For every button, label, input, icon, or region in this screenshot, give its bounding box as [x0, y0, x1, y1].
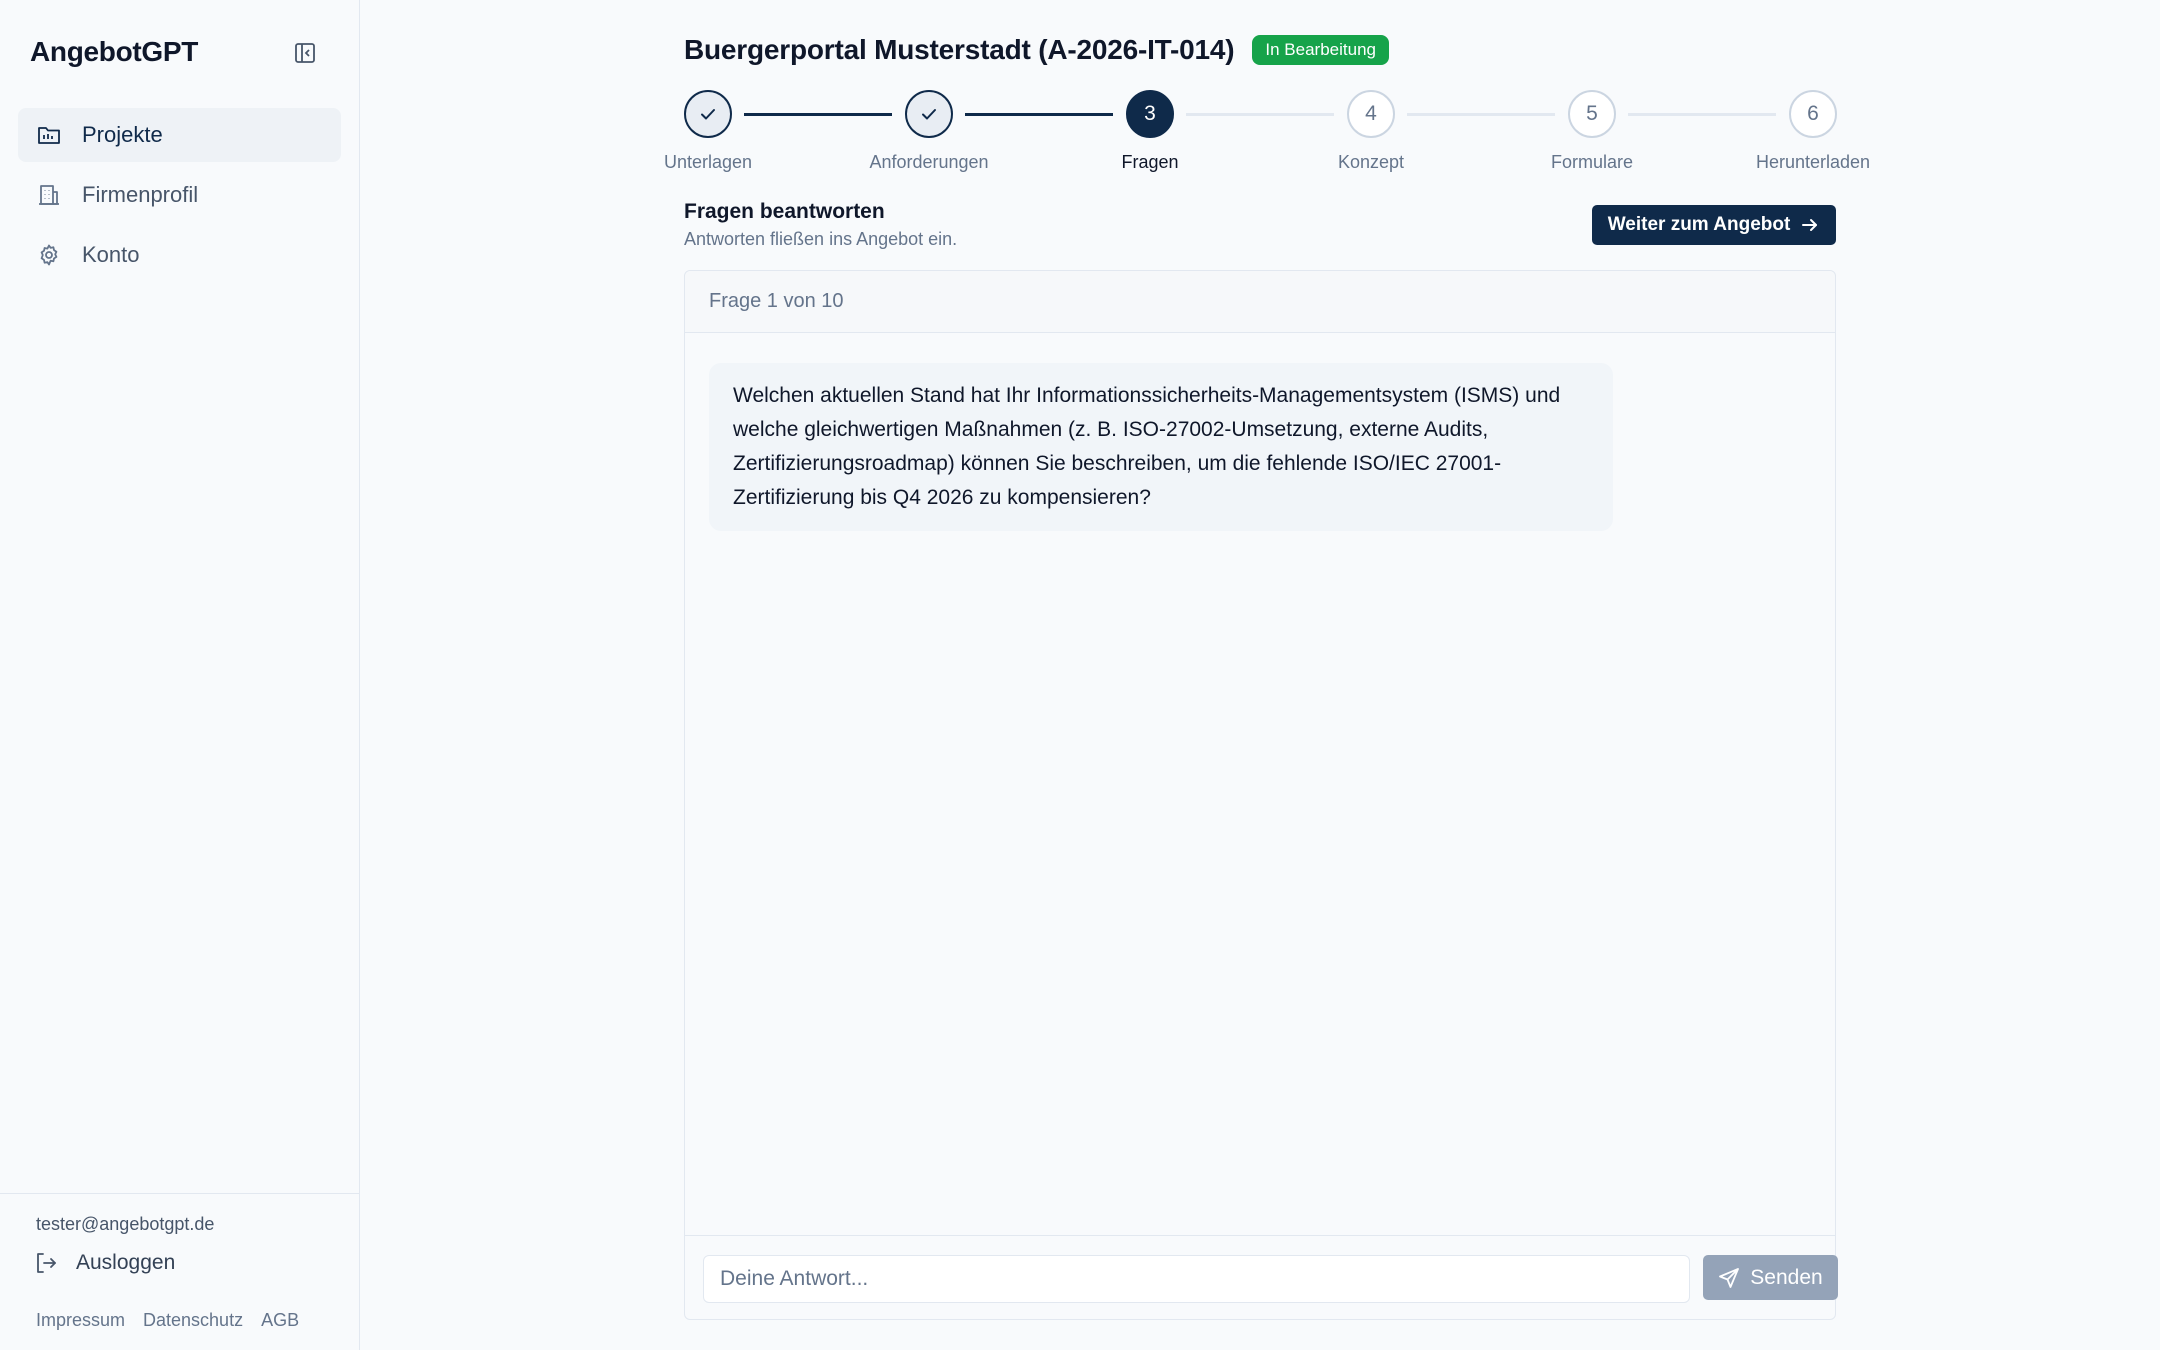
collapse-sidebar-button[interactable]: [292, 40, 318, 66]
gear-icon: [36, 242, 62, 268]
footer-links: Impressum Datenschutz AGB: [36, 1310, 299, 1331]
brand-logo: AngebotGPT: [30, 36, 199, 67]
next-button-label: Weiter zum Angebot: [1607, 214, 1791, 235]
step-2-anforderungen[interactable]: [905, 90, 953, 138]
sidebar-collapse-icon: [295, 43, 315, 63]
progress-stepper: Unterlagen Anforderungen 3 Fragen 4 Konz…: [361, 90, 2160, 180]
send-label: Senden: [1750, 1265, 1823, 1289]
step-connector: [744, 113, 892, 116]
sidebar-item-label: Firmenprofil: [82, 182, 199, 207]
step-connector: [1628, 113, 1776, 116]
user-email: tester@angebotgpt.de: [36, 1214, 215, 1234]
question-message: Welchen aktuellen Stand hat Ihr Informat…: [709, 363, 1613, 531]
logout-button[interactable]: Ausloggen: [34, 1250, 175, 1276]
check-icon: [922, 109, 936, 120]
agb-link[interactable]: AGB: [261, 1310, 299, 1331]
step-label: Fragen: [1121, 152, 1179, 172]
step-connector: [965, 113, 1113, 116]
project-header: Buergerportal Musterstadt (A-2026-IT-014…: [684, 34, 1389, 66]
sidebar-item-projekte[interactable]: Projekte: [18, 108, 341, 162]
send-icon: [1718, 1267, 1740, 1289]
folder-icon: [36, 122, 62, 148]
step-6-herunterladen[interactable]: 6: [1789, 90, 1837, 138]
project-title: Buergerportal Musterstadt (A-2026-IT-014…: [684, 34, 1235, 65]
step-4-konzept[interactable]: 4: [1347, 90, 1395, 138]
main-content: Buergerportal Musterstadt (A-2026-IT-014…: [361, 0, 2160, 1350]
sidebar-footer: tester@angebotgpt.de Ausloggen Impressum…: [0, 1193, 360, 1330]
datenschutz-link[interactable]: Datenschutz: [143, 1310, 243, 1331]
sidebar-item-konto[interactable]: Konto: [18, 228, 341, 282]
send-button[interactable]: Senden: [1703, 1255, 1838, 1300]
status-badge: In Bearbeitung: [1252, 35, 1389, 65]
question-progress: Frage 1 von 10: [685, 271, 1835, 333]
sidebar-item-firmenprofil[interactable]: Firmenprofil: [18, 168, 341, 222]
sidebar-nav: Projekte Firmenprofil Konto: [18, 108, 341, 288]
answer-bar: Senden: [685, 1235, 1838, 1321]
step-connector: [1407, 113, 1555, 116]
step-3-fragen[interactable]: 3: [1126, 90, 1174, 138]
impressum-link[interactable]: Impressum: [36, 1310, 125, 1331]
next-to-offer-button[interactable]: Weiter zum Angebot: [1592, 205, 1836, 245]
step-label: Herunterladen: [1755, 152, 1871, 172]
check-icon: [701, 109, 715, 120]
sidebar-item-label: Projekte: [82, 122, 163, 147]
section-title: Fragen beantworten: [684, 200, 885, 223]
step-label: Anforderungen: [869, 152, 989, 172]
sidebar-item-label: Konto: [82, 242, 140, 267]
step-label: Formulare: [1550, 152, 1634, 172]
step-label: Unterlagen: [663, 152, 753, 172]
section-subtitle: Antworten fließen ins Angebot ein.: [684, 229, 958, 249]
answer-input[interactable]: [703, 1255, 1690, 1303]
building-icon: [36, 182, 62, 208]
logout-icon: [34, 1250, 60, 1276]
step-label: Konzept: [1337, 152, 1405, 172]
arrow-right-icon: [1800, 215, 1820, 235]
sidebar: AngebotGPT Projekte Firmenprofil Konto t…: [0, 0, 360, 1350]
question-card: Frage 1 von 10 Welchen aktuellen Stand h…: [684, 270, 1838, 1321]
step-5-formulare[interactable]: 5: [1568, 90, 1616, 138]
step-1-unterlagen[interactable]: [684, 90, 732, 138]
logout-label: Ausloggen: [76, 1251, 176, 1274]
step-connector: [1186, 113, 1334, 116]
